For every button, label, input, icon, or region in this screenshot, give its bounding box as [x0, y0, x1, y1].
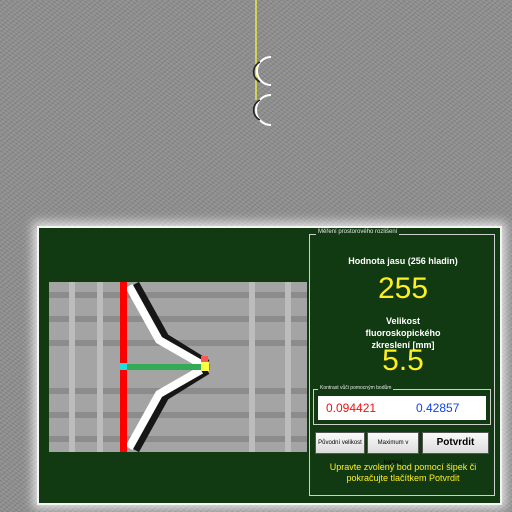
brightness-value: 255: [377, 272, 429, 305]
zoomed-detail-view[interactable]: [49, 282, 307, 452]
maximum-perpendicular-button[interactable]: Maximum v kolmici: [367, 432, 419, 466]
size-value: 5.5: [382, 344, 424, 377]
brightness-label: Hodnota jasu (256 hladin): [348, 256, 458, 266]
contrast-group-title: Kontrast vůči pomocným bodům: [318, 385, 394, 391]
group-title: Měření prostorového rozlišení: [316, 229, 400, 235]
cyan-marker: [120, 363, 127, 370]
contrast-blue-value: 0.42857: [416, 401, 460, 415]
instruction-hint: Upravte zvolený bod pomocí šipek či pokr…: [329, 462, 477, 483]
measurement-group: Měření prostorového rozlišení Hodnota ja…: [309, 229, 495, 496]
lower-arc: [255, 94, 272, 126]
fluoroscopy-image: [252, 0, 272, 126]
contrast-values-box: 0.094421 0.42857: [318, 396, 486, 420]
green-horizontal-marker: [120, 364, 210, 370]
confirm-button[interactable]: Potvrdit: [422, 432, 489, 454]
contrast-red-value: 0.094421: [326, 401, 377, 415]
yellow-point: [201, 362, 209, 371]
original-size-button[interactable]: Původní velikost: [315, 432, 365, 454]
red-point: [201, 356, 208, 362]
resolution-dialog: Měření prostorového rozlišení Hodnota ja…: [37, 226, 502, 505]
contrast-group: Kontrast vůči pomocným bodům 0.094421 0.…: [313, 385, 491, 425]
